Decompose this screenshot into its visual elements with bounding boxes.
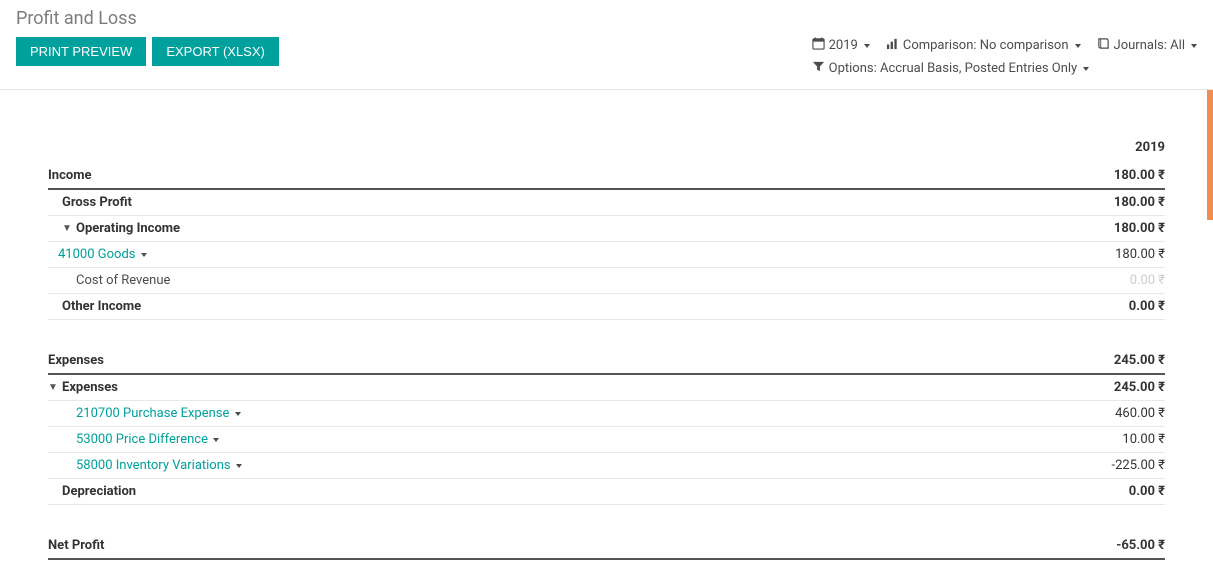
account-link[interactable]: 58000 Inventory Variations: [76, 458, 231, 473]
row-value: 180.00 ₹: [1114, 221, 1165, 236]
row-purchase-expense[interactable]: 210700 Purchase Expense 460.00 ₹: [48, 401, 1165, 427]
print-preview-button[interactable]: PRINT PREVIEW: [16, 37, 146, 66]
row-value: 0.00 ₹: [1129, 484, 1165, 499]
row-net-profit[interactable]: Net Profit -65.00 ₹: [48, 533, 1165, 560]
row-operating-income[interactable]: ▼ Operating Income 180.00 ₹: [48, 216, 1165, 242]
row-value: 460.00 ₹: [1115, 406, 1165, 421]
scrollbar-thumb[interactable]: [1207, 90, 1213, 220]
row-gross-profit[interactable]: Gross Profit 180.00 ₹: [48, 190, 1165, 216]
filter-icon: [812, 60, 825, 77]
row-41000-goods[interactable]: 41000 Goods 180.00 ₹: [48, 242, 1165, 268]
page-title: Profit and Loss: [16, 8, 1197, 29]
section-income-value: 180.00 ₹: [1114, 168, 1165, 183]
account-link[interactable]: 53000 Price Difference: [76, 432, 208, 447]
column-header-year: 2019: [48, 90, 1165, 163]
book-icon: [1097, 37, 1110, 54]
row-label: Cost of Revenue: [76, 273, 170, 288]
caret-down-icon[interactable]: ▼: [62, 223, 72, 234]
chevron-down-icon[interactable]: [141, 253, 147, 257]
report-header: Profit and Loss PRINT PREVIEW EXPORT (XL…: [0, 0, 1213, 90]
row-other-income[interactable]: Other Income 0.00 ₹: [48, 294, 1165, 320]
report-body[interactable]: 2019 Income 180.00 ₹ Gross Profit 180.00…: [0, 90, 1213, 570]
row-inventory-variations[interactable]: 58000 Inventory Variations -225.00 ₹: [48, 453, 1165, 479]
row-label: Depreciation: [62, 484, 136, 499]
chevron-down-icon[interactable]: [236, 464, 242, 468]
row-value: 180.00 ₹: [1114, 195, 1165, 210]
calendar-icon: [812, 37, 825, 54]
filter-comparison-label: Comparison: No comparison: [903, 38, 1069, 53]
filter-year[interactable]: 2019: [812, 37, 870, 54]
row-value: -225.00 ₹: [1112, 458, 1166, 473]
chevron-down-icon: [1083, 67, 1089, 71]
row-value: 0.00 ₹: [1130, 273, 1165, 288]
filter-journals[interactable]: Journals: All: [1097, 37, 1197, 54]
toolbar-left: PRINT PREVIEW EXPORT (XLSX): [16, 37, 279, 66]
row-price-difference[interactable]: 53000 Price Difference 10.00 ₹: [48, 427, 1165, 453]
row-value: 245.00 ₹: [1114, 380, 1165, 395]
bar-chart-icon: [886, 37, 899, 54]
net-profit-label: Net Profit: [48, 538, 104, 553]
section-expenses-label: Expenses: [48, 353, 104, 368]
chevron-down-icon: [1191, 44, 1197, 48]
filter-journals-label: Journals: All: [1114, 38, 1185, 53]
filter-comparison[interactable]: Comparison: No comparison: [886, 37, 1081, 54]
toolbar-right: 2019 Comparison: No comparison Journals:…: [812, 37, 1197, 77]
chevron-down-icon[interactable]: [235, 412, 241, 416]
account-link[interactable]: 210700 Purchase Expense: [76, 406, 229, 421]
net-profit-value: -65.00 ₹: [1116, 538, 1165, 553]
row-expenses[interactable]: ▼ Expenses 245.00 ₹: [48, 375, 1165, 401]
row-value: 10.00 ₹: [1122, 432, 1165, 447]
chevron-down-icon: [864, 44, 870, 48]
toolbar: PRINT PREVIEW EXPORT (XLSX) 2019 Compari…: [16, 37, 1197, 77]
filter-year-label: 2019: [829, 38, 858, 53]
chevron-down-icon[interactable]: [213, 438, 219, 442]
section-expenses-header[interactable]: Expenses 245.00 ₹: [48, 348, 1165, 375]
section-income-header[interactable]: Income 180.00 ₹: [48, 163, 1165, 190]
section-income-label: Income: [48, 168, 91, 183]
row-label: Other Income: [62, 299, 141, 314]
row-label: Operating Income: [76, 221, 180, 236]
section-expenses-value: 245.00 ₹: [1114, 353, 1165, 368]
account-link[interactable]: 41000 Goods: [58, 247, 135, 262]
caret-down-icon[interactable]: ▼: [48, 382, 58, 393]
filter-options[interactable]: Options: Accrual Basis, Posted Entries O…: [812, 60, 1090, 77]
row-value: 0.00 ₹: [1129, 299, 1165, 314]
filter-options-label: Options: Accrual Basis, Posted Entries O…: [829, 61, 1078, 76]
row-depreciation[interactable]: Depreciation 0.00 ₹: [48, 479, 1165, 505]
row-label: Gross Profit: [62, 195, 132, 210]
row-cost-of-revenue[interactable]: Cost of Revenue 0.00 ₹: [48, 268, 1165, 294]
row-label: Expenses: [62, 380, 118, 395]
export-xlsx-button[interactable]: EXPORT (XLSX): [152, 37, 279, 66]
chevron-down-icon: [1075, 44, 1081, 48]
row-value: 180.00 ₹: [1115, 247, 1165, 262]
